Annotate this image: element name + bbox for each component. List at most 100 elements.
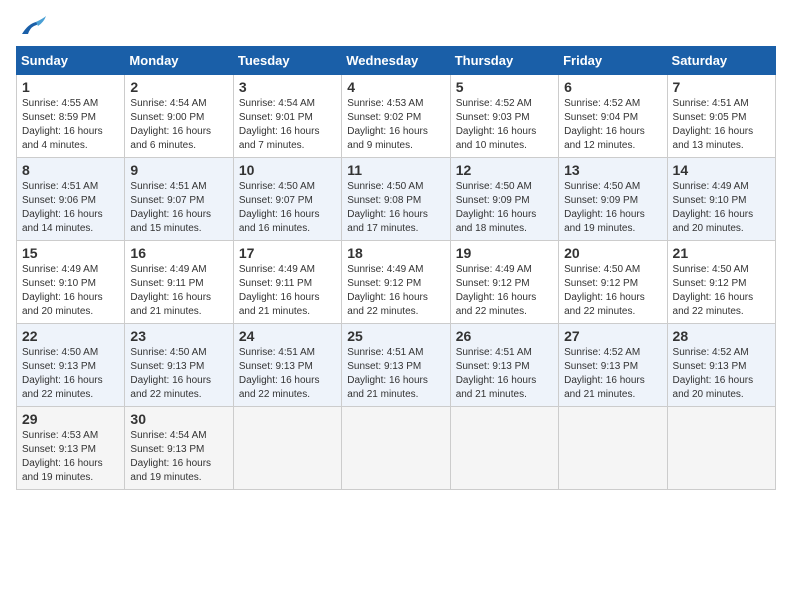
- logo-bird-icon: [18, 16, 46, 38]
- logo: [16, 16, 46, 38]
- calendar-cell: 27Sunrise: 4:52 AMSunset: 9:13 PMDayligh…: [559, 324, 667, 407]
- header-sunday: Sunday: [17, 47, 125, 75]
- day-number: 28: [673, 328, 770, 344]
- day-number: 17: [239, 245, 336, 261]
- day-info: Sunrise: 4:50 AMSunset: 9:12 PMDaylight:…: [564, 263, 661, 319]
- calendar-cell: 9 Sunrise: 4:51 AMSunset: 9:07 PMDaylight…: [125, 158, 233, 241]
- header-wednesday: Wednesday: [342, 47, 450, 75]
- calendar-cell: [233, 407, 341, 490]
- day-number: 3: [239, 79, 336, 95]
- day-number: 4: [347, 79, 444, 95]
- day-info: Sunrise: 4:50 AMSunset: 9:13 PMDaylight:…: [130, 346, 227, 402]
- day-number: 30: [130, 411, 227, 427]
- calendar-cell: 12 Sunrise: 4:50 AMSunset: 9:09 PMDayligh…: [450, 158, 558, 241]
- header-monday: Monday: [125, 47, 233, 75]
- day-number: 23: [130, 328, 227, 344]
- calendar-cell: 16 Sunrise: 4:49 AMSunset: 9:11 PMDayligh…: [125, 241, 233, 324]
- calendar-cell: 5 Sunrise: 4:52 AMSunset: 9:03 PMDaylight…: [450, 75, 558, 158]
- calendar-cell: [450, 407, 558, 490]
- week-row-5: 29 Sunrise: 4:53 AMSunset: 9:13 PMDayligh…: [17, 407, 776, 490]
- day-info: Sunrise: 4:54 AMSunset: 9:00 PMDaylight:…: [130, 97, 227, 153]
- day-info: Sunrise: 4:52 AMSunset: 9:13 PMDaylight:…: [564, 346, 661, 402]
- calendar-cell: 11 Sunrise: 4:50 AMSunset: 9:08 PMDayligh…: [342, 158, 450, 241]
- day-number: 2: [130, 79, 227, 95]
- calendar-cell: 30Sunrise: 4:54 AMSunset: 9:13 PMDayligh…: [125, 407, 233, 490]
- day-info: Sunrise: 4:50 AMSunset: 9:08 PMDaylight:…: [347, 180, 444, 236]
- day-number: 29: [22, 411, 119, 427]
- day-info: Sunrise: 4:50 AMSunset: 9:09 PMDaylight:…: [564, 180, 661, 236]
- calendar-cell: [342, 407, 450, 490]
- calendar-cell: 10 Sunrise: 4:50 AMSunset: 9:07 PMDayligh…: [233, 158, 341, 241]
- day-info: Sunrise: 4:49 AMSunset: 9:10 PMDaylight:…: [22, 263, 119, 319]
- calendar-cell: 22Sunrise: 4:50 AMSunset: 9:13 PMDayligh…: [17, 324, 125, 407]
- day-number: 7: [673, 79, 770, 95]
- day-info: Sunrise: 4:49 AMSunset: 9:12 PMDaylight:…: [347, 263, 444, 319]
- calendar-cell: 28 Sunrise: 4:52 AMSunset: 9:13 PMDayligh…: [667, 324, 775, 407]
- day-info: Sunrise: 4:51 AMSunset: 9:05 PMDaylight:…: [673, 97, 770, 153]
- day-number: 1: [22, 79, 119, 95]
- day-info: Sunrise: 4:53 AMSunset: 9:02 PMDaylight:…: [347, 97, 444, 153]
- day-info: Sunrise: 4:55 AMSunset: 8:59 PMDaylight:…: [22, 97, 119, 153]
- day-number: 15: [22, 245, 119, 261]
- calendar-cell: 17 Sunrise: 4:49 AMSunset: 9:11 PMDayligh…: [233, 241, 341, 324]
- calendar-cell: 18 Sunrise: 4:49 AMSunset: 9:12 PMDayligh…: [342, 241, 450, 324]
- day-number: 5: [456, 79, 553, 95]
- week-row-2: 8 Sunrise: 4:51 AMSunset: 9:06 PMDaylight…: [17, 158, 776, 241]
- day-number: 10: [239, 162, 336, 178]
- header-friday: Friday: [559, 47, 667, 75]
- day-number: 24: [239, 328, 336, 344]
- day-number: 19: [456, 245, 553, 261]
- header: [16, 16, 776, 38]
- week-row-1: 1 Sunrise: 4:55 AMSunset: 8:59 PMDaylight…: [17, 75, 776, 158]
- day-number: 25: [347, 328, 444, 344]
- day-info: Sunrise: 4:49 AMSunset: 9:11 PMDaylight:…: [239, 263, 336, 319]
- calendar-cell: 4 Sunrise: 4:53 AMSunset: 9:02 PMDaylight…: [342, 75, 450, 158]
- day-info: Sunrise: 4:50 AMSunset: 9:12 PMDaylight:…: [673, 263, 770, 319]
- calendar-cell: 2 Sunrise: 4:54 AMSunset: 9:00 PMDaylight…: [125, 75, 233, 158]
- day-info: Sunrise: 4:50 AMSunset: 9:07 PMDaylight:…: [239, 180, 336, 236]
- calendar-cell: 8 Sunrise: 4:51 AMSunset: 9:06 PMDaylight…: [17, 158, 125, 241]
- calendar-cell: 7 Sunrise: 4:51 AMSunset: 9:05 PMDaylight…: [667, 75, 775, 158]
- day-info: Sunrise: 4:52 AMSunset: 9:04 PMDaylight:…: [564, 97, 661, 153]
- day-number: 6: [564, 79, 661, 95]
- day-number: 21: [673, 245, 770, 261]
- day-number: 8: [22, 162, 119, 178]
- calendar-cell: 14Sunrise: 4:49 AMSunset: 9:10 PMDayligh…: [667, 158, 775, 241]
- calendar-cell: 1 Sunrise: 4:55 AMSunset: 8:59 PMDaylight…: [17, 75, 125, 158]
- day-info: Sunrise: 4:51 AMSunset: 9:07 PMDaylight:…: [130, 180, 227, 236]
- calendar-cell: 13 Sunrise: 4:50 AMSunset: 9:09 PMDayligh…: [559, 158, 667, 241]
- calendar-cell: 24Sunrise: 4:51 AMSunset: 9:13 PMDayligh…: [233, 324, 341, 407]
- day-info: Sunrise: 4:49 AMSunset: 9:11 PMDaylight:…: [130, 263, 227, 319]
- day-number: 11: [347, 162, 444, 178]
- calendar-cell: 3Sunrise: 4:54 AMSunset: 9:01 PMDaylight…: [233, 75, 341, 158]
- day-number: 9: [130, 162, 227, 178]
- week-row-4: 22Sunrise: 4:50 AMSunset: 9:13 PMDayligh…: [17, 324, 776, 407]
- day-info: Sunrise: 4:52 AMSunset: 9:03 PMDaylight:…: [456, 97, 553, 153]
- day-number: 16: [130, 245, 227, 261]
- week-row-3: 15 Sunrise: 4:49 AMSunset: 9:10 PMDayligh…: [17, 241, 776, 324]
- day-number: 14: [673, 162, 770, 178]
- header-tuesday: Tuesday: [233, 47, 341, 75]
- day-number: 13: [564, 162, 661, 178]
- calendar-cell: 6 Sunrise: 4:52 AMSunset: 9:04 PMDaylight…: [559, 75, 667, 158]
- day-number: 12: [456, 162, 553, 178]
- day-info: Sunrise: 4:49 AMSunset: 9:12 PMDaylight:…: [456, 263, 553, 319]
- calendar: SundayMondayTuesdayWednesdayThursdayFrid…: [16, 46, 776, 490]
- day-number: 26: [456, 328, 553, 344]
- header-saturday: Saturday: [667, 47, 775, 75]
- calendar-cell: 21 Sunrise: 4:50 AMSunset: 9:12 PMDayligh…: [667, 241, 775, 324]
- day-info: Sunrise: 4:53 AMSunset: 9:13 PMDaylight:…: [22, 429, 119, 485]
- calendar-cell: 15 Sunrise: 4:49 AMSunset: 9:10 PMDayligh…: [17, 241, 125, 324]
- day-number: 18: [347, 245, 444, 261]
- calendar-cell: [667, 407, 775, 490]
- calendar-cell: 19 Sunrise: 4:49 AMSunset: 9:12 PMDayligh…: [450, 241, 558, 324]
- header-thursday: Thursday: [450, 47, 558, 75]
- calendar-cell: 26Sunrise: 4:51 AMSunset: 9:13 PMDayligh…: [450, 324, 558, 407]
- calendar-cell: 25Sunrise: 4:51 AMSunset: 9:13 PMDayligh…: [342, 324, 450, 407]
- day-info: Sunrise: 4:52 AMSunset: 9:13 PMDaylight:…: [673, 346, 770, 402]
- day-info: Sunrise: 4:50 AMSunset: 9:09 PMDaylight:…: [456, 180, 553, 236]
- day-info: Sunrise: 4:50 AMSunset: 9:13 PMDaylight:…: [22, 346, 119, 402]
- day-number: 20: [564, 245, 661, 261]
- day-info: Sunrise: 4:51 AMSunset: 9:06 PMDaylight:…: [22, 180, 119, 236]
- calendar-cell: 20 Sunrise: 4:50 AMSunset: 9:12 PMDayligh…: [559, 241, 667, 324]
